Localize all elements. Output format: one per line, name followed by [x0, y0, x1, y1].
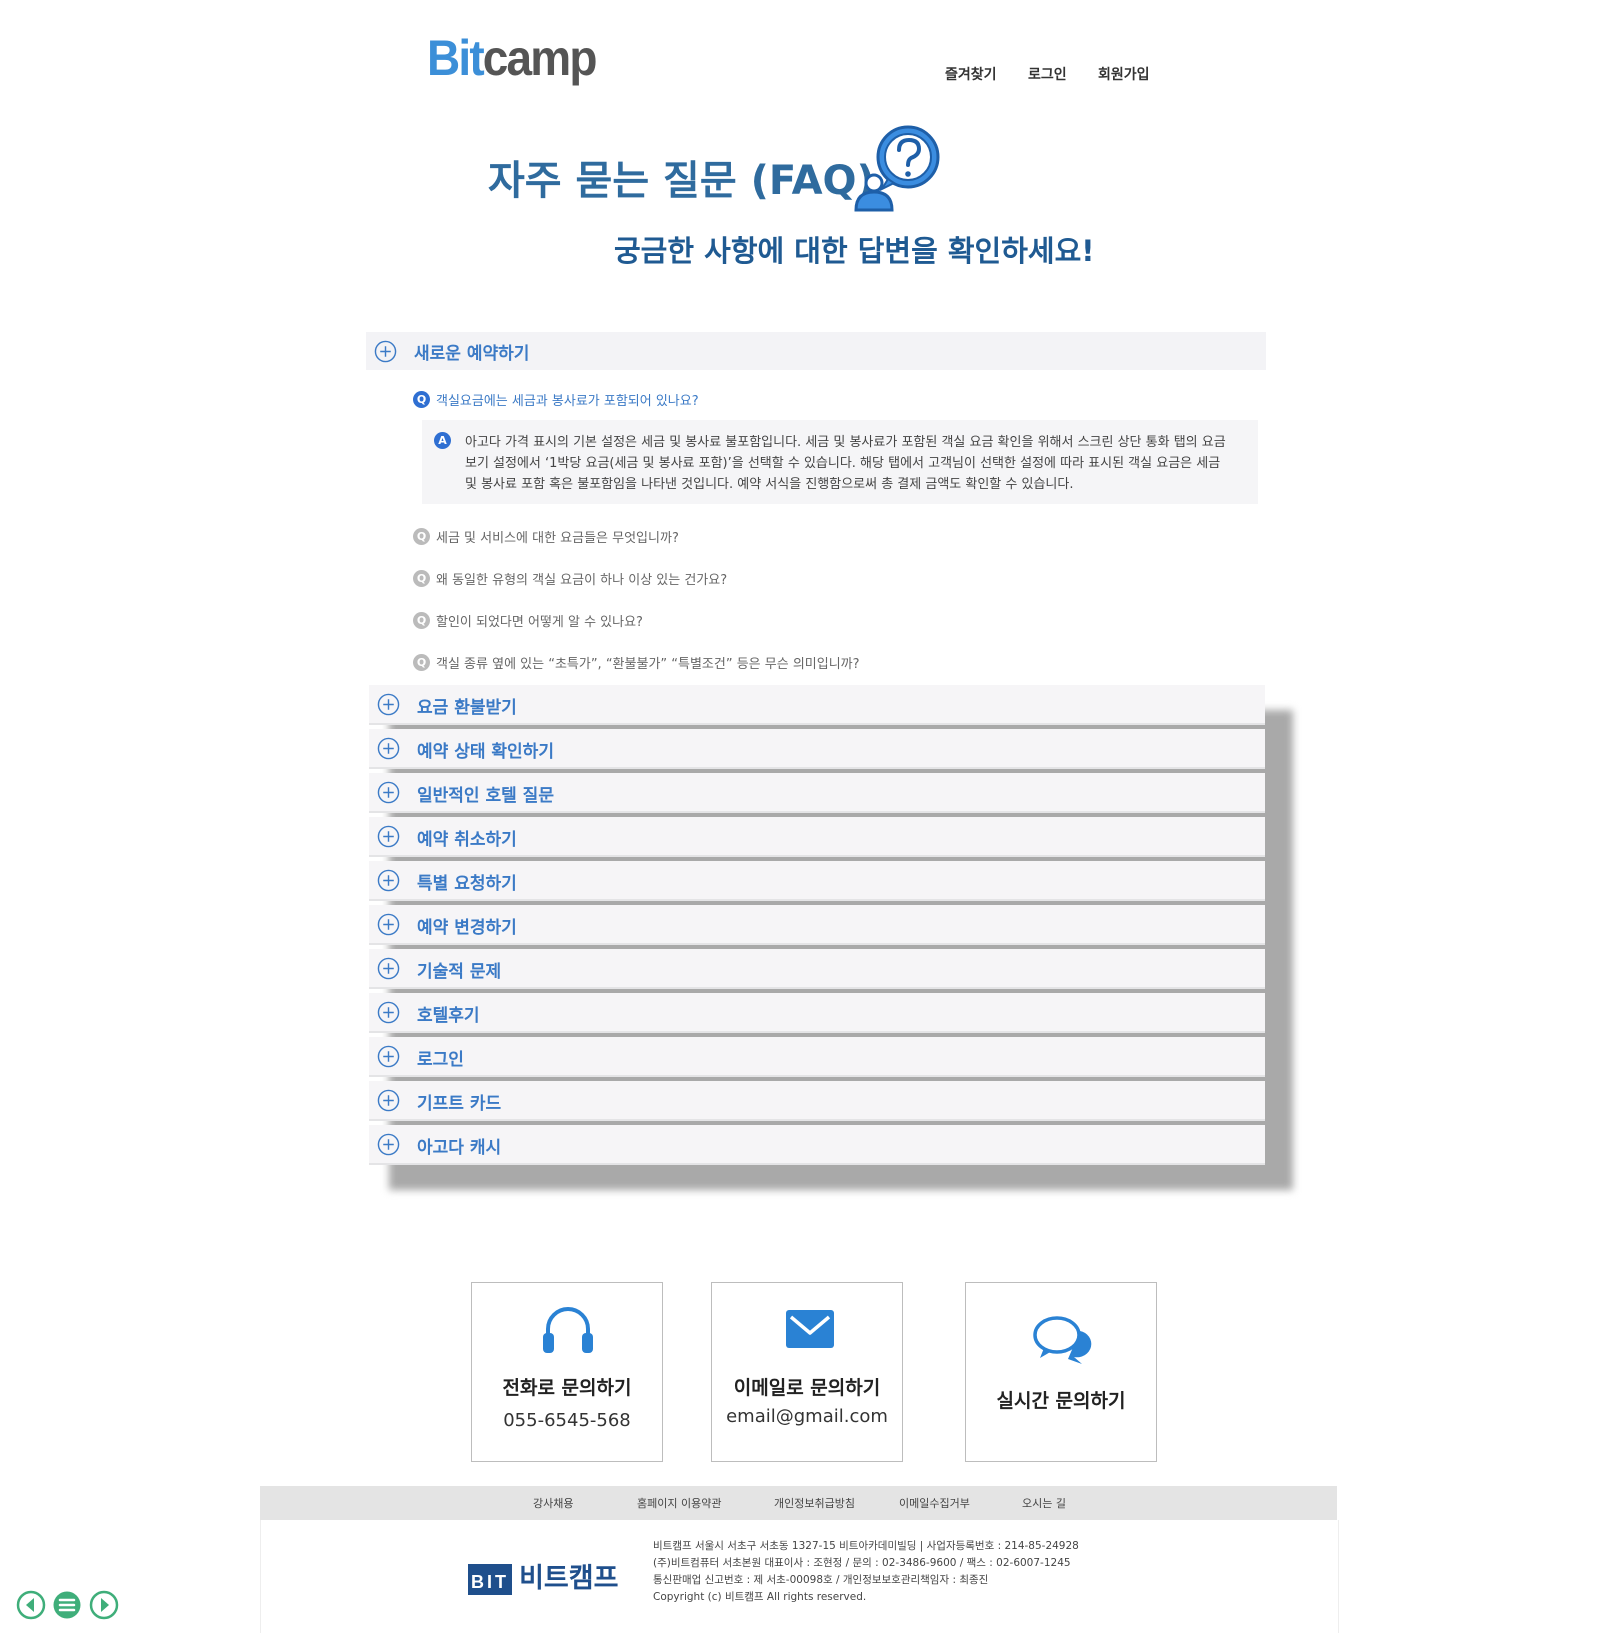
q-icon: Q — [413, 612, 430, 629]
question-person-icon — [854, 125, 940, 212]
footer-link-terms[interactable]: 홈페이지 이용약관 — [637, 1495, 721, 1511]
faq-category-hotel-reviews[interactable]: 호텔후기 — [369, 993, 1265, 1033]
q-icon: Q — [413, 528, 430, 545]
faq-question-text: 할인이 되었다면 어떻게 알 수 있나요? — [436, 615, 643, 630]
faq-category-label: 로그인 — [417, 1050, 464, 1070]
faq-category-label: 기술적 문제 — [417, 962, 502, 982]
page-subtitle: 궁금한 사항에 대한 답변을 확인하세요! — [614, 234, 1095, 268]
envelope-icon — [786, 1310, 834, 1348]
contact-phone-box[interactable]: 전화로 문의하기 055-6545-568 — [471, 1282, 663, 1462]
nav-favorites[interactable]: 즐겨찾기 — [945, 64, 997, 84]
nav-signup[interactable]: 회원가입 — [1098, 64, 1150, 84]
faq-category-technical[interactable]: 기술적 문제 — [369, 949, 1265, 989]
plus-circle-icon — [377, 693, 400, 716]
faq-category-label: 예약 변경하기 — [417, 918, 517, 938]
faq-category-label: 요금 환불받기 — [417, 698, 517, 718]
contact-chat-title: 실시간 문의하기 — [996, 1390, 1126, 1412]
faq-question-text: 세금 및 서비스에 대한 요금들은 무엇입니까? — [436, 531, 679, 546]
contact-phone-title: 전화로 문의하기 — [502, 1377, 632, 1399]
faq-category-label: 아고다 캐시 — [417, 1138, 502, 1158]
faq-question-text: 객실요금에는 세금과 봉사료가 포함되어 있나요? — [436, 394, 699, 409]
faq-category-label: 기프트 카드 — [417, 1094, 502, 1114]
contact-chat-box[interactable]: 실시간 문의하기 — [965, 1282, 1157, 1462]
next-icon[interactable] — [89, 1590, 119, 1620]
contact-email-box[interactable]: 이메일로 문의하기 email@gmail.com — [711, 1282, 903, 1462]
faq-category-gift-card[interactable]: 기프트 카드 — [369, 1081, 1265, 1121]
faq-category-label: 일반적인 호텔 질문 — [417, 786, 554, 806]
menu-icon[interactable] — [52, 1590, 82, 1620]
chat-bubbles-icon — [1033, 1316, 1092, 1364]
contact-phone-number: 055-6545-568 — [503, 1410, 631, 1431]
bitcamp-footer-logo: BIT 비트캠프 — [468, 1556, 618, 1595]
faq-question-item[interactable]: Q 객실 종류 옆에 있는 “초특가”, “환불불가” “특별조건” 등은 무슨 … — [413, 653, 860, 672]
footer-link-instructor-hiring[interactable]: 강사채용 — [533, 1495, 573, 1511]
plus-circle-icon — [377, 1089, 400, 1112]
faq-category-hotel-general[interactable]: 일반적인 호텔 질문 — [369, 773, 1265, 813]
footer-info-copyright: Copyright (c) 비트캠프 All rights reserved. — [653, 1591, 867, 1603]
faq-question-item[interactable]: Q 세금 및 서비스에 대한 요금들은 무엇입니까? — [413, 527, 679, 546]
faq-question-item[interactable]: Q 할인이 되었다면 어떻게 알 수 있나요? — [413, 611, 643, 630]
plus-circle-icon — [374, 340, 397, 363]
plus-circle-icon — [377, 781, 400, 804]
faq-category-label: 예약 상태 확인하기 — [417, 742, 554, 762]
plus-circle-icon — [377, 869, 400, 892]
faq-category-login[interactable]: 로그인 — [369, 1037, 1265, 1077]
plus-circle-icon — [377, 825, 400, 848]
faq-category-cancel[interactable]: 예약 취소하기 — [369, 817, 1265, 857]
footer-link-privacy[interactable]: 개인정보취급방침 — [774, 1495, 855, 1511]
contact-email-address: email@gmail.com — [726, 1406, 888, 1427]
faq-question-text: 객실 종류 옆에 있는 “초특가”, “환불불가” “특별조건” 등은 무슨 의… — [436, 657, 860, 672]
nav-login[interactable]: 로그인 — [1028, 64, 1067, 84]
page-title: 자주 묻는 질문 (FAQ) — [488, 158, 875, 204]
plus-circle-icon — [377, 737, 400, 760]
q-icon: Q — [413, 570, 430, 587]
bitcamp-logo[interactable]: Bitcamp — [427, 30, 598, 86]
previous-icon[interactable] — [16, 1590, 46, 1620]
plus-circle-icon — [377, 1001, 400, 1024]
footer-logo-korean: 비트캠프 — [519, 1563, 619, 1594]
faq-category-refund[interactable]: 요금 환불받기 — [369, 685, 1265, 725]
footer-info-license: 통신판매업 신고번호 : 제 서초-00098호 / 개인정보보호관리책임자 :… — [653, 1574, 989, 1586]
footer-link-directions[interactable]: 오시는 길 — [1022, 1495, 1066, 1511]
plus-circle-icon — [377, 913, 400, 936]
footer-info-address: 비트캠프 서울시 서초구 서초동 1327-15 비트아카데미빌딩 | 사업자등… — [653, 1540, 1079, 1552]
faq-question-item[interactable]: Q 객실요금에는 세금과 봉사료가 포함되어 있나요? — [413, 390, 699, 409]
faq-category-label: 새로운 예약하기 — [414, 344, 530, 364]
a-icon: A — [434, 432, 451, 449]
footer-info-company: (주)비트컴퓨터 서초본원 대표이사 : 조현정 / 문의 : 02-3486-… — [653, 1557, 1071, 1569]
faq-category-booking-status[interactable]: 예약 상태 확인하기 — [369, 729, 1265, 769]
footer-link-email-refusal[interactable]: 이메일수집거부 — [899, 1495, 970, 1511]
q-icon: Q — [413, 391, 430, 408]
logo-camp: camp — [482, 30, 598, 86]
faq-question-item[interactable]: Q 왜 동일한 유형의 객실 요금이 하나 이상 있는 건가요? — [413, 569, 727, 588]
footer-logo-bit: BIT — [468, 1564, 512, 1595]
faq-answer-text: 아고다 가격 표시의 기본 설정은 세금 및 봉사료 불포함입니다. 세금 및 … — [465, 435, 1226, 492]
headset-icon — [543, 1307, 593, 1353]
faq-category-label: 예약 취소하기 — [417, 830, 517, 850]
logo-bit: Bit — [427, 30, 485, 86]
faq-category-special-request[interactable]: 특별 요청하기 — [369, 861, 1265, 901]
plus-circle-icon — [377, 1133, 400, 1156]
faq-category-agoda-cash[interactable]: 아고다 캐시 — [369, 1125, 1265, 1165]
faq-answer-box: A 아고다 가격 표시의 기본 설정은 세금 및 봉사료 불포함입니다. 세금 … — [422, 420, 1258, 504]
plus-circle-icon — [377, 1045, 400, 1068]
plus-circle-icon — [377, 957, 400, 980]
faq-category-label: 특별 요청하기 — [417, 874, 517, 894]
faq-category-new-booking[interactable]: 새로운 예약하기 — [366, 332, 1266, 370]
q-icon: Q — [413, 654, 430, 671]
contact-email-title: 이메일로 문의하기 — [733, 1377, 881, 1399]
faq-category-label: 호텔후기 — [417, 1006, 480, 1026]
faq-category-change-booking[interactable]: 예약 변경하기 — [369, 905, 1265, 945]
faq-question-text: 왜 동일한 유형의 객실 요금이 하나 이상 있는 건가요? — [436, 573, 728, 588]
